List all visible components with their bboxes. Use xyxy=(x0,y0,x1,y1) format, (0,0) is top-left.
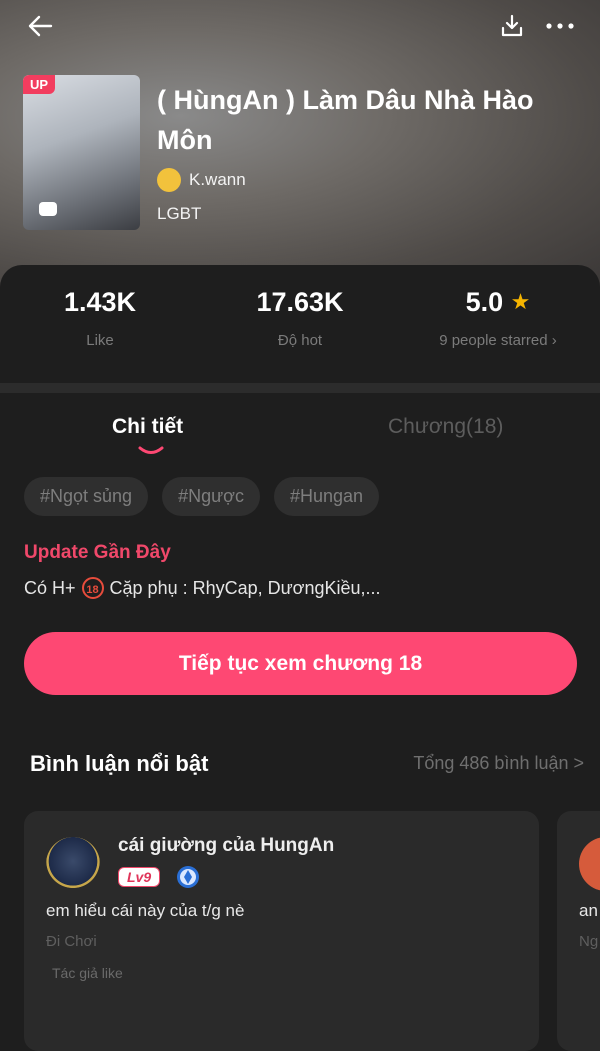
tab-chapters[interactable]: Chương(18) xyxy=(388,415,503,439)
comment-text: em hiểu cái này của t/g nè xyxy=(46,901,245,920)
genre-label: LGBT xyxy=(157,204,202,223)
author-name: K.wann xyxy=(189,170,246,189)
avatar[interactable] xyxy=(46,837,100,891)
tab-indicator xyxy=(138,446,164,454)
rating-label: 9 people starred xyxy=(439,332,548,349)
comment-chapter[interactable]: Ng xyxy=(579,933,598,950)
tab-details[interactable]: Chi tiết xyxy=(112,415,183,439)
hot-value: 17.63K xyxy=(256,287,344,317)
tag-item[interactable]: #Ngọt sủng xyxy=(24,477,149,516)
level-badge: Lv9 xyxy=(118,867,161,887)
star-icon: ★ xyxy=(510,289,531,314)
author-row[interactable]: K.wann xyxy=(157,168,246,192)
comment-username[interactable]: cái giường của HungAn xyxy=(118,835,334,857)
section-divider xyxy=(0,383,600,393)
rating-value: 5.0 xyxy=(465,287,504,317)
download-icon[interactable] xyxy=(494,10,530,42)
comment-card[interactable]: cái giường của HungAn Lv9 em hiểu cái nà… xyxy=(24,811,539,1051)
detail-panel: 1.43K Like 17.63K Độ hot 5.0 ★ 9 people … xyxy=(0,265,600,1051)
update-body: Cặp phụ : RhyCap, DươngKiều,... xyxy=(109,577,381,598)
update-prefix: Có H+ xyxy=(24,577,76,598)
stat-hot: 17.63K Độ hot xyxy=(200,287,400,349)
comment-text: an xyxy=(579,901,598,920)
back-arrow-icon[interactable] xyxy=(22,10,58,42)
age-restriction-icon: 18 xyxy=(81,577,104,599)
tag-item[interactable]: #Ngược xyxy=(162,477,260,516)
rating-chevron: › xyxy=(551,332,557,349)
more-icon[interactable] xyxy=(540,10,580,42)
continue-reading-button[interactable]: Tiếp tục xem chương 18 xyxy=(24,632,577,695)
update-badge: UP xyxy=(23,75,56,94)
top-bar xyxy=(0,0,600,52)
avatar[interactable] xyxy=(579,837,600,891)
hot-label: Độ hot xyxy=(277,332,323,349)
stat-rating[interactable]: 5.0 ★ 9 people starred › xyxy=(398,287,598,349)
cover-image[interactable]: UP xyxy=(23,75,140,230)
tag-item[interactable]: #Hungan xyxy=(273,477,380,516)
tag-list: #Ngọt sủng #Ngược #Hungan xyxy=(24,477,380,516)
author-like-label: Tác giả like xyxy=(52,965,123,981)
likes-label: Like xyxy=(86,332,114,349)
stat-likes: 1.43K Like xyxy=(0,287,200,349)
update-heading: Update Gần Đây xyxy=(24,542,171,563)
comments-total-link[interactable]: Tổng 486 bình luận > xyxy=(413,753,584,774)
badge-icon xyxy=(177,866,199,888)
story-title: ( HùngAn ) Làm Dâu Nhà Hào Môn xyxy=(157,85,534,155)
comment-chapter[interactable]: Đi Chơi xyxy=(46,933,97,950)
chat-bubble-icon xyxy=(39,202,57,216)
comment-card[interactable]: an Ng xyxy=(557,811,600,1051)
likes-value: 1.43K xyxy=(63,287,137,317)
update-text: Có H+ 18 Cặp phụ : RhyCap, DươngKiều,... xyxy=(24,577,381,599)
comments-heading: Bình luận nổi bật xyxy=(30,751,209,776)
author-avatar xyxy=(157,168,181,192)
